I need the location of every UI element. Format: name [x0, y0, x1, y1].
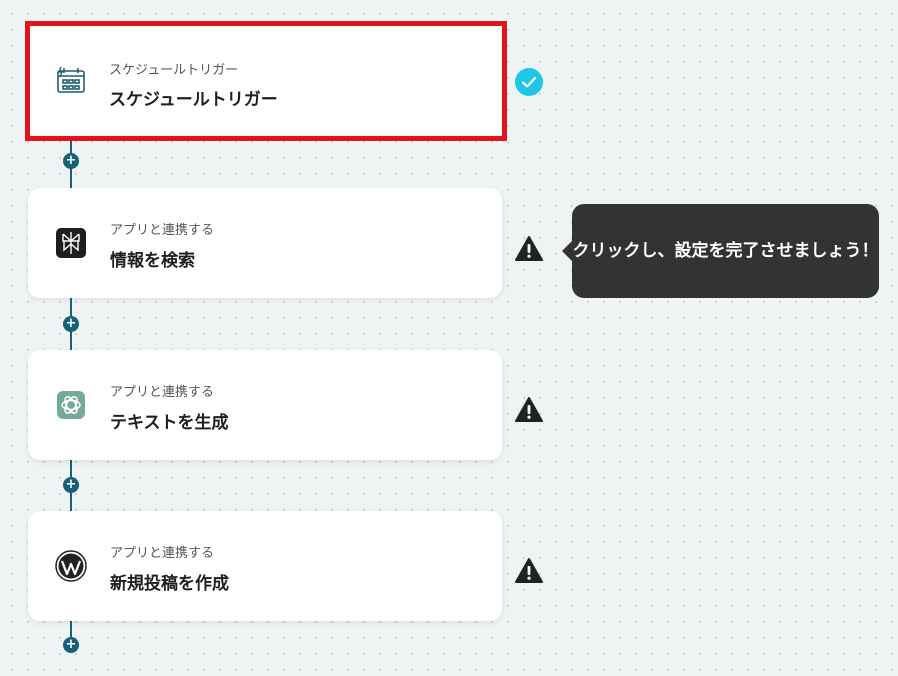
step-subtitle: アプリと連携する — [110, 546, 215, 561]
hint-tooltip: クリックし、設定を完了させましょう！ — [562, 204, 879, 298]
add-step-button[interactable]: + — [63, 637, 79, 653]
add-step-button[interactable]: + — [63, 153, 79, 169]
step-title: テキストを生成 — [110, 413, 229, 433]
check-circle-icon — [514, 67, 544, 97]
step-subtitle: アプリと連携する — [110, 385, 215, 400]
step-card-create-post[interactable]: アプリと連携する 新規投稿を作成 — [28, 511, 502, 621]
warning-icon — [514, 556, 544, 586]
step-card-generate-text[interactable]: アプリと連携する テキストを生成 — [28, 350, 502, 460]
schedule-calendar-icon — [55, 64, 87, 96]
perplexity-icon — [55, 227, 87, 259]
step-title: 情報を検索 — [110, 251, 195, 271]
step-subtitle: スケジュールトリガー — [109, 63, 239, 78]
step-card-search-info[interactable]: アプリと連携する 情報を検索 — [28, 188, 502, 298]
openai-icon — [55, 389, 87, 421]
step-card-schedule-trigger[interactable]: スケジュールトリガー スケジュールトリガー — [25, 21, 507, 141]
tooltip-text: クリックし、設定を完了させましょう！ — [572, 241, 879, 261]
warning-icon — [514, 234, 544, 264]
step-title: スケジュールトリガー — [109, 90, 278, 110]
tooltip-arrow — [562, 241, 572, 261]
step-title: 新規投稿を作成 — [110, 574, 229, 594]
wordpress-icon — [55, 550, 87, 582]
add-step-button[interactable]: + — [63, 477, 79, 493]
warning-icon — [514, 395, 544, 425]
step-subtitle: アプリと連携する — [110, 223, 215, 238]
add-step-button[interactable]: + — [63, 316, 79, 332]
